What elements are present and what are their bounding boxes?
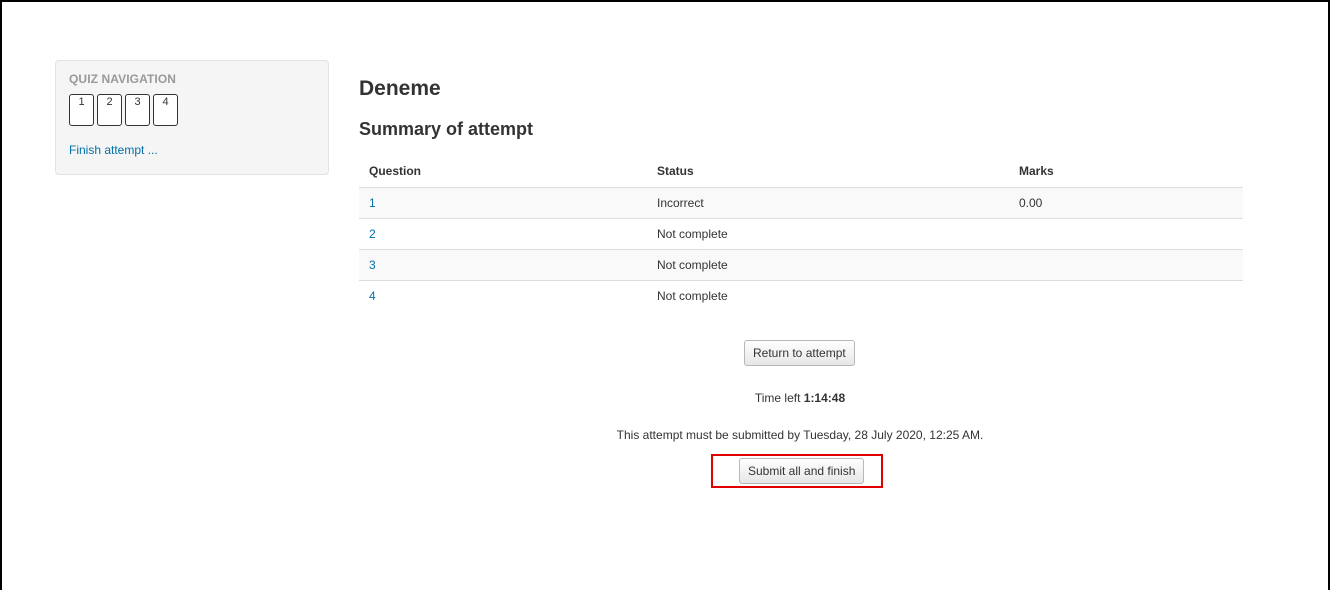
table-row: 1 Incorrect 0.00 bbox=[359, 187, 1243, 219]
status-cell: Incorrect bbox=[647, 187, 1009, 219]
column-header-question: Question bbox=[359, 156, 647, 188]
page-frame: QUIZ NAVIGATION 1 2 3 4 Finish attempt .… bbox=[0, 0, 1330, 590]
status-cell: Not complete bbox=[657, 288, 728, 303]
submit-all-and-finish-button[interactable]: Submit all and finish bbox=[739, 458, 865, 484]
return-to-attempt-button[interactable]: Return to attempt bbox=[744, 340, 855, 366]
marks-cell: 0.00 bbox=[1009, 187, 1243, 219]
table-row: 4 Not complete bbox=[359, 280, 1243, 311]
question-nav-number: 1 bbox=[78, 96, 85, 108]
question-link-1[interactable]: 1 bbox=[369, 196, 376, 210]
status-cell: Not complete bbox=[647, 249, 1009, 281]
table-header-row: Question Status Marks bbox=[359, 156, 1243, 188]
time-left: Time left 1:14:48 bbox=[2, 391, 1330, 405]
question-nav-button-2[interactable]: 2 bbox=[97, 94, 122, 126]
question-nav-button-3[interactable]: 3 bbox=[125, 94, 150, 126]
question-nav-number: 3 bbox=[134, 96, 141, 108]
marks-cell bbox=[1009, 249, 1243, 281]
question-nav-button-4[interactable]: 4 bbox=[153, 94, 178, 126]
marks-cell bbox=[1009, 280, 1243, 311]
question-navigation-buttons: 1 2 3 4 bbox=[69, 94, 178, 126]
table-row: 3 Not complete bbox=[359, 249, 1243, 281]
attempt-summary-table: Question Status Marks 1 Incorrect 0.00 2… bbox=[359, 156, 1243, 311]
column-header-status: Status bbox=[647, 156, 1009, 188]
summary-heading: Summary of attempt bbox=[359, 119, 534, 139]
question-cell: 1 bbox=[359, 187, 647, 219]
column-header-marks: Marks bbox=[1009, 156, 1243, 188]
submission-deadline-text: This attempt must be submitted by Tuesda… bbox=[616, 428, 984, 442]
question-link-4[interactable]: 4 bbox=[369, 289, 376, 303]
question-nav-number: 4 bbox=[162, 96, 169, 108]
finish-attempt-link[interactable]: Finish attempt ... bbox=[69, 143, 158, 157]
quiz-navigation-title: QUIZ NAVIGATION bbox=[69, 72, 177, 86]
question-nav-button-1[interactable]: 1 bbox=[69, 94, 94, 126]
question-link-3[interactable]: 3 bbox=[369, 258, 376, 272]
quiz-navigation-block: QUIZ NAVIGATION 1 2 3 4 Finish attempt .… bbox=[55, 60, 329, 175]
question-cell: 3 bbox=[359, 249, 647, 281]
question-cell: 2 bbox=[359, 218, 647, 250]
question-link-2[interactable]: 2 bbox=[369, 227, 376, 241]
time-left-label: Time left bbox=[754, 391, 801, 405]
status-cell: Not complete bbox=[647, 218, 1009, 250]
table-row: 2 Not complete bbox=[359, 218, 1243, 250]
question-nav-number: 2 bbox=[106, 96, 113, 108]
question-cell: 4 bbox=[359, 280, 647, 311]
time-left-value: 1:14:48 bbox=[803, 391, 846, 405]
page-title: Deneme bbox=[359, 77, 441, 100]
marks-cell bbox=[1009, 218, 1243, 250]
